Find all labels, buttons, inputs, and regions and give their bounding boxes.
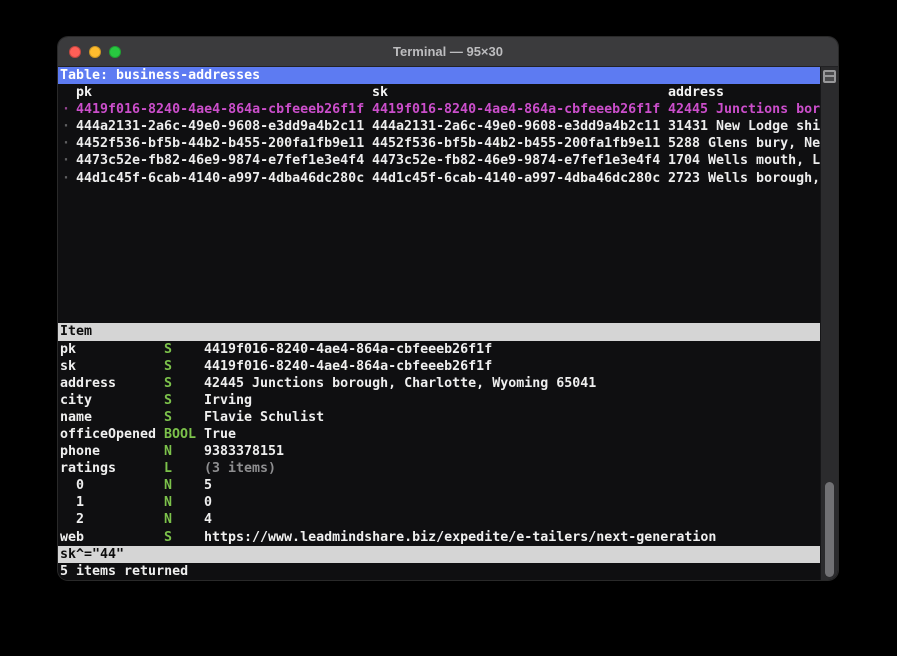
item-field-row: 1 N 0 [58, 494, 820, 511]
field-type: S [164, 375, 172, 392]
terminal-window: Terminal — 95×30 Table: business-address… [58, 37, 838, 580]
item-section-header: Item [58, 323, 820, 340]
scrollbar-thumb[interactable] [825, 482, 834, 577]
split-pane-icon[interactable] [823, 70, 836, 83]
row-address: 42445 Junctions bor [668, 101, 820, 118]
field-key: address [60, 375, 116, 392]
field-value: 9383378151 [204, 443, 284, 460]
empty-terminal-space [58, 187, 820, 324]
row-marker-icon: · [62, 152, 70, 169]
field-type: S [164, 529, 172, 546]
row-address: 1704 Wells mouth, L [668, 152, 820, 169]
table-row[interactable]: · 444a2131-2a6c-49e0-9608-e3dd9a4b2c11 4… [58, 118, 820, 135]
close-button[interactable] [69, 46, 81, 58]
field-type: BOOL [164, 426, 196, 443]
item-field-row: ratings L (3 items) [58, 460, 820, 477]
row-sk: 44d1c45f-6cab-4140-a997-4dba46dc280c [372, 170, 660, 187]
row-sk: 4452f536-bf5b-44b2-b455-200fa1fb9e11 [372, 135, 660, 152]
field-key: name [60, 409, 92, 426]
field-value: True [204, 426, 236, 443]
field-key: ratings [60, 460, 116, 477]
column-header-row: pk sk address [58, 84, 820, 101]
field-value: 42445 Junctions borough, Charlotte, Wyom… [204, 375, 596, 392]
item-field-row: name S Flavie Schulist [58, 409, 820, 426]
row-pk: 4419f016-8240-4ae4-864a-cbfeeeb26f1f [76, 101, 364, 118]
row-sk: 4419f016-8240-4ae4-864a-cbfeeeb26f1f [372, 101, 660, 118]
field-key: sk [60, 358, 76, 375]
field-key: pk [60, 341, 76, 358]
table-row[interactable]: · 44d1c45f-6cab-4140-a997-4dba46dc280c 4… [58, 170, 820, 187]
item-field-row: sk S 4419f016-8240-4ae4-864a-cbfeeeb26f1… [58, 358, 820, 375]
field-key: 2 [76, 511, 84, 528]
item-field-row: web S https://www.leadmindshare.biz/expe… [58, 529, 820, 546]
row-marker-icon: · [62, 170, 70, 187]
field-value: 4 [204, 511, 212, 528]
row-address: 5288 Glens bury, Ne [668, 135, 820, 152]
titlebar[interactable]: Terminal — 95×30 [58, 37, 838, 67]
row-marker-icon: · [62, 101, 70, 118]
window-title: Terminal — 95×30 [58, 37, 838, 66]
field-type: N [164, 477, 172, 494]
terminal-text-area: Table: business-addresses pk sk address … [58, 67, 820, 580]
status-bar: 5 items returned [58, 563, 820, 580]
table-row[interactable]: · 4473c52e-fb82-46e9-9874-e7fef1e3e4f4 4… [58, 152, 820, 169]
minimize-button[interactable] [89, 46, 101, 58]
field-type: S [164, 358, 172, 375]
field-type: S [164, 392, 172, 409]
column-header-address: address [668, 84, 724, 101]
item-section-title: Item [60, 324, 92, 339]
field-value: https://www.leadmindshare.biz/expedite/e… [204, 529, 716, 546]
row-pk: 44d1c45f-6cab-4140-a997-4dba46dc280c [76, 170, 364, 187]
item-fields: pk S 4419f016-8240-4ae4-864a-cbfeeeb26f1… [58, 341, 820, 546]
table-title-bar: Table: business-addresses [58, 67, 820, 84]
field-key: officeOpened [60, 426, 156, 443]
row-address: 2723 Wells borough, [668, 170, 820, 187]
column-header-pk: pk [76, 84, 92, 101]
field-type: L [164, 460, 172, 477]
field-type: N [164, 511, 172, 528]
column-header-sk: sk [372, 84, 388, 101]
row-marker-icon: · [62, 118, 70, 135]
field-value: 0 [204, 494, 212, 511]
field-type: N [164, 494, 172, 511]
field-key: 0 [76, 477, 84, 494]
row-sk: 444a2131-2a6c-49e0-9608-e3dd9a4b2c11 [372, 118, 660, 135]
field-value: Irving [204, 392, 252, 409]
table-row[interactable]: · 4419f016-8240-4ae4-864a-cbfeeeb26f1f 4… [58, 101, 820, 118]
status-text: 5 items returned [60, 564, 188, 579]
item-field-row: address S 42445 Junctions borough, Charl… [58, 375, 820, 392]
field-type: S [164, 409, 172, 426]
field-type: S [164, 341, 172, 358]
item-field-row: pk S 4419f016-8240-4ae4-864a-cbfeeeb26f1… [58, 341, 820, 358]
table-title: Table: business-addresses [60, 68, 260, 83]
field-value: (3 items) [204, 460, 276, 477]
row-pk: 4452f536-bf5b-44b2-b455-200fa1fb9e11 [76, 135, 364, 152]
item-field-row: officeOpened BOOL True [58, 426, 820, 443]
table-rows: · 4419f016-8240-4ae4-864a-cbfeeeb26f1f 4… [58, 101, 820, 186]
field-type: N [164, 443, 172, 460]
item-field-row: city S Irving [58, 392, 820, 409]
row-sk: 4473c52e-fb82-46e9-9874-e7fef1e3e4f4 [372, 152, 660, 169]
terminal-content: Table: business-addresses pk sk address … [58, 67, 838, 580]
item-field-row: phone N 9383378151 [58, 443, 820, 460]
field-value: 4419f016-8240-4ae4-864a-cbfeeeb26f1f [204, 358, 492, 375]
field-key: web [60, 529, 84, 546]
query-filter-bar[interactable]: sk^="44" [58, 546, 820, 563]
item-field-row: 0 N 5 [58, 477, 820, 494]
field-key: city [60, 392, 92, 409]
row-marker-icon: · [62, 135, 70, 152]
field-value: 4419f016-8240-4ae4-864a-cbfeeeb26f1f [204, 341, 492, 358]
zoom-button[interactable] [109, 46, 121, 58]
row-address: 31431 New Lodge shi [668, 118, 820, 135]
table-row[interactable]: · 4452f536-bf5b-44b2-b455-200fa1fb9e11 4… [58, 135, 820, 152]
field-value: 5 [204, 477, 212, 494]
query-filter-text: sk^="44" [60, 547, 124, 562]
row-pk: 4473c52e-fb82-46e9-9874-e7fef1e3e4f4 [76, 152, 364, 169]
field-value: Flavie Schulist [204, 409, 324, 426]
scrollbar-track[interactable] [820, 67, 838, 580]
field-key: 1 [76, 494, 84, 511]
field-key: phone [60, 443, 100, 460]
row-pk: 444a2131-2a6c-49e0-9608-e3dd9a4b2c11 [76, 118, 364, 135]
item-field-row: 2 N 4 [58, 511, 820, 528]
